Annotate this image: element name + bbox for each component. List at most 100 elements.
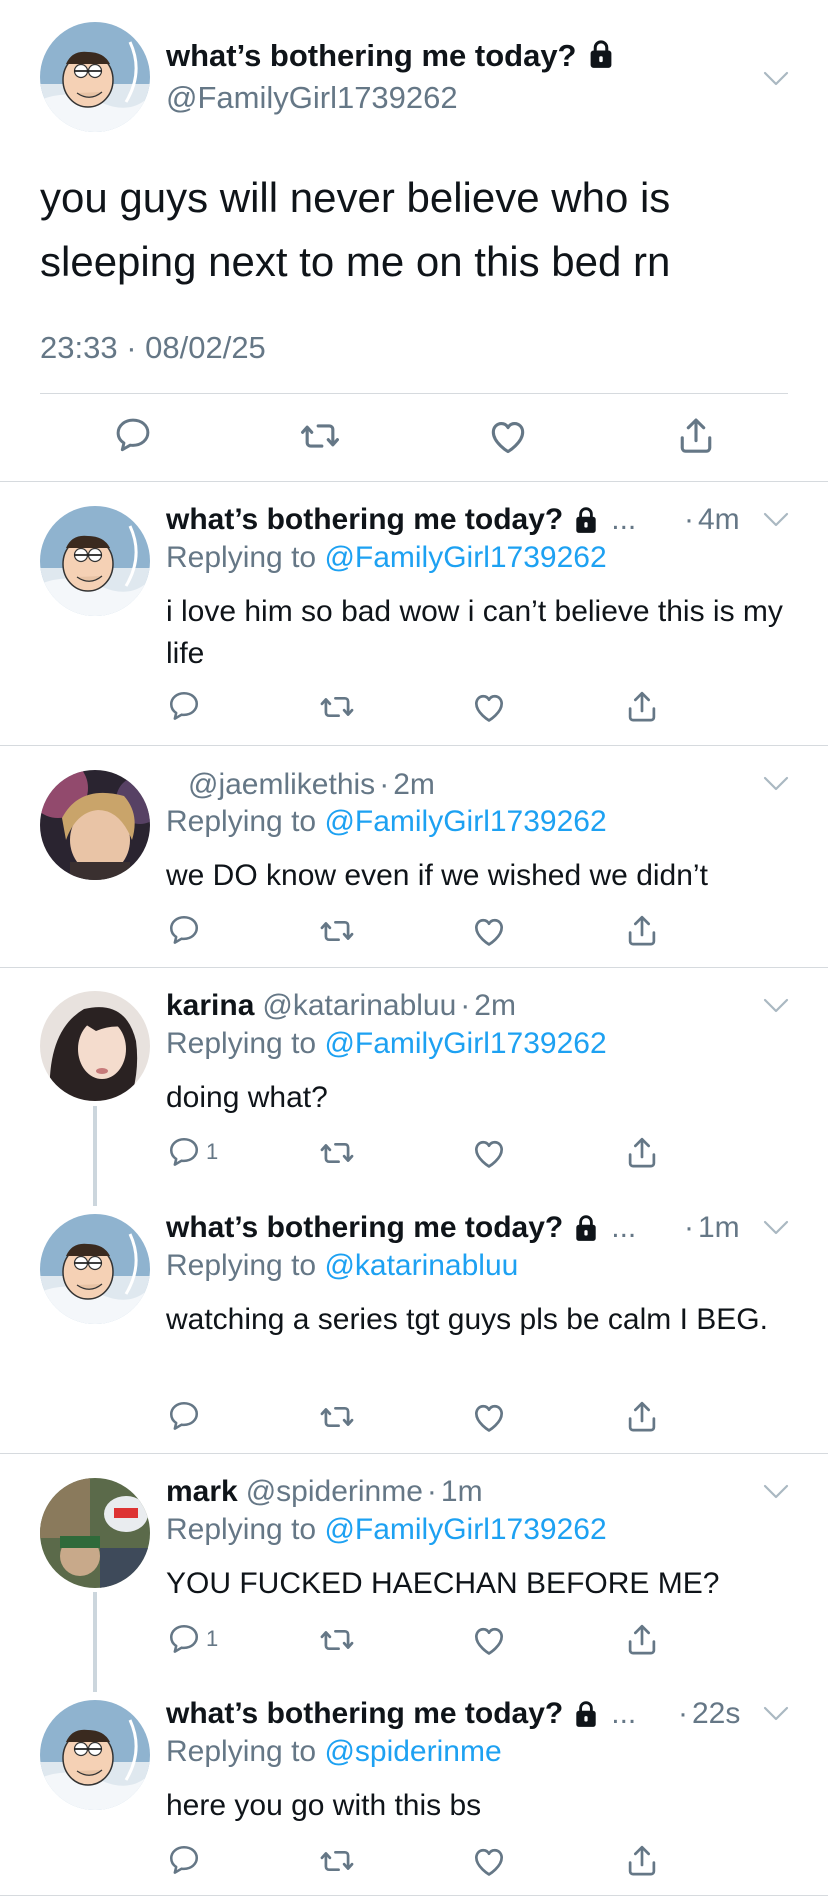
divider: [0, 1895, 828, 1896]
reply-handle[interactable]: @jaemlikethis: [188, 768, 375, 802]
reply-time[interactable]: 2m: [393, 768, 435, 802]
share-icon: [623, 688, 661, 726]
replying-to-link[interactable]: @FamilyGirl1739262: [324, 1027, 606, 1060]
chevron-down-icon[interactable]: [763, 512, 789, 528]
reply-time[interactable]: 2m: [474, 989, 516, 1023]
reply-button[interactable]: [166, 912, 206, 948]
reply-time[interactable]: 1m: [441, 1475, 483, 1509]
like-icon: [470, 1398, 508, 1436]
replying-to-link[interactable]: @FamilyGirl1739262: [324, 541, 606, 574]
retweet-button[interactable]: [318, 912, 356, 950]
reply-header: what’s bothering me today? ...: [166, 1695, 636, 1733]
chevron-down-icon[interactable]: [763, 1706, 789, 1722]
replying-to: Replying to @spiderinme: [166, 1735, 502, 1769]
reply-button[interactable]: 1: [166, 1621, 218, 1657]
avatar[interactable]: [40, 1214, 150, 1324]
retweet-icon: [318, 1842, 356, 1880]
reply-handle[interactable]: @spiderinme: [246, 1475, 423, 1509]
reply-count: 1: [206, 1626, 219, 1651]
reply-name[interactable]: mark: [166, 1475, 238, 1509]
replying-to-link[interactable]: @katarinabluu: [324, 1249, 518, 1282]
like-button[interactable]: [470, 1134, 508, 1172]
chevron-down-icon[interactable]: [763, 1484, 789, 1500]
reply-time[interactable]: 1m: [698, 1211, 740, 1245]
like-button[interactable]: [470, 1398, 508, 1436]
divider: [40, 393, 788, 394]
share-icon: [623, 1398, 661, 1436]
retweet-icon: [298, 414, 342, 458]
main-tweet-name-text: what’s bothering me today?: [166, 38, 577, 73]
reply-icon: [166, 1134, 202, 1170]
share-button[interactable]: [623, 912, 661, 950]
share-button[interactable]: [623, 1842, 661, 1880]
share-icon: [623, 912, 661, 950]
reply-button[interactable]: [166, 1398, 206, 1434]
replying-to-link[interactable]: @spiderinme: [324, 1735, 501, 1768]
reply-name[interactable]: what’s bothering me today?: [166, 1211, 563, 1245]
share-button[interactable]: [623, 688, 661, 726]
retweet-icon: [318, 912, 356, 950]
avatar-image: [40, 770, 150, 880]
reply-time[interactable]: 4m: [698, 503, 740, 537]
chevron-down-icon[interactable]: [763, 998, 789, 1014]
retweet-button[interactable]: [318, 1842, 356, 1880]
reply-icon: [166, 912, 202, 948]
reply-name[interactable]: karina: [166, 989, 254, 1023]
reply-icon: [166, 1621, 202, 1657]
reply-button[interactable]: [112, 414, 154, 456]
avatar[interactable]: [40, 1478, 150, 1588]
share-button[interactable]: [623, 1621, 661, 1659]
time-separator: ·: [678, 1697, 688, 1730]
like-button[interactable]: [486, 414, 530, 458]
reply-button[interactable]: [166, 688, 206, 724]
name-ellipsis: ...: [611, 1697, 637, 1730]
chevron-down-icon[interactable]: [763, 776, 789, 792]
chevron-down-icon[interactable]: [763, 1220, 789, 1236]
reply-button[interactable]: [166, 1842, 206, 1878]
share-icon: [674, 414, 718, 458]
reply-header: karina @katarinabluu · 2m: [166, 987, 516, 1025]
share-button[interactable]: [623, 1398, 661, 1436]
avatar-image: [40, 22, 150, 132]
like-button[interactable]: [470, 688, 508, 726]
like-button[interactable]: [470, 1621, 508, 1659]
reply-name[interactable]: what’s bothering me today?: [166, 503, 563, 537]
share-icon: [623, 1621, 661, 1659]
retweet-icon: [318, 1621, 356, 1659]
retweet-button[interactable]: [318, 1134, 356, 1172]
retweet-button[interactable]: [318, 688, 356, 726]
retweet-icon: [318, 688, 356, 726]
reply-handle[interactable]: @katarinabluu: [262, 989, 456, 1023]
reply-header: mark @spiderinme · 1m: [166, 1473, 483, 1511]
reply-header: what’s bothering me today? ...: [166, 501, 636, 539]
lock-icon: [573, 1700, 599, 1728]
like-button[interactable]: [470, 1842, 508, 1880]
like-icon: [470, 1134, 508, 1172]
reply-text: here you go with this bs: [166, 1789, 482, 1822]
avatar[interactable]: [40, 1700, 150, 1810]
divider: [0, 1453, 828, 1454]
main-tweet-handle[interactable]: @FamilyGirl1739262: [166, 80, 458, 116]
retweet-button[interactable]: [318, 1398, 356, 1436]
avatar[interactable]: [40, 22, 150, 132]
retweet-button[interactable]: [298, 414, 342, 458]
main-tweet-name[interactable]: what’s bothering me today?: [166, 38, 615, 74]
share-icon: [623, 1134, 661, 1172]
time-separator: ·: [460, 989, 471, 1022]
avatar[interactable]: [40, 506, 150, 616]
replying-to-link[interactable]: @FamilyGirl1739262: [324, 805, 606, 838]
avatar-image: [40, 1214, 150, 1324]
like-button[interactable]: [470, 912, 508, 950]
avatar[interactable]: [40, 991, 150, 1101]
share-button[interactable]: [674, 414, 718, 458]
chevron-down-icon[interactable]: [763, 71, 789, 87]
replying-to-link[interactable]: @FamilyGirl1739262: [324, 1513, 606, 1546]
share-button[interactable]: [623, 1134, 661, 1172]
retweet-button[interactable]: [318, 1621, 356, 1659]
reply-time[interactable]: 22s: [692, 1697, 740, 1731]
avatar[interactable]: [40, 770, 150, 880]
reply-name[interactable]: what’s bothering me today?: [166, 1697, 563, 1731]
like-icon: [470, 912, 508, 950]
reply-button[interactable]: 1: [166, 1134, 218, 1170]
lock-icon: [573, 506, 599, 534]
